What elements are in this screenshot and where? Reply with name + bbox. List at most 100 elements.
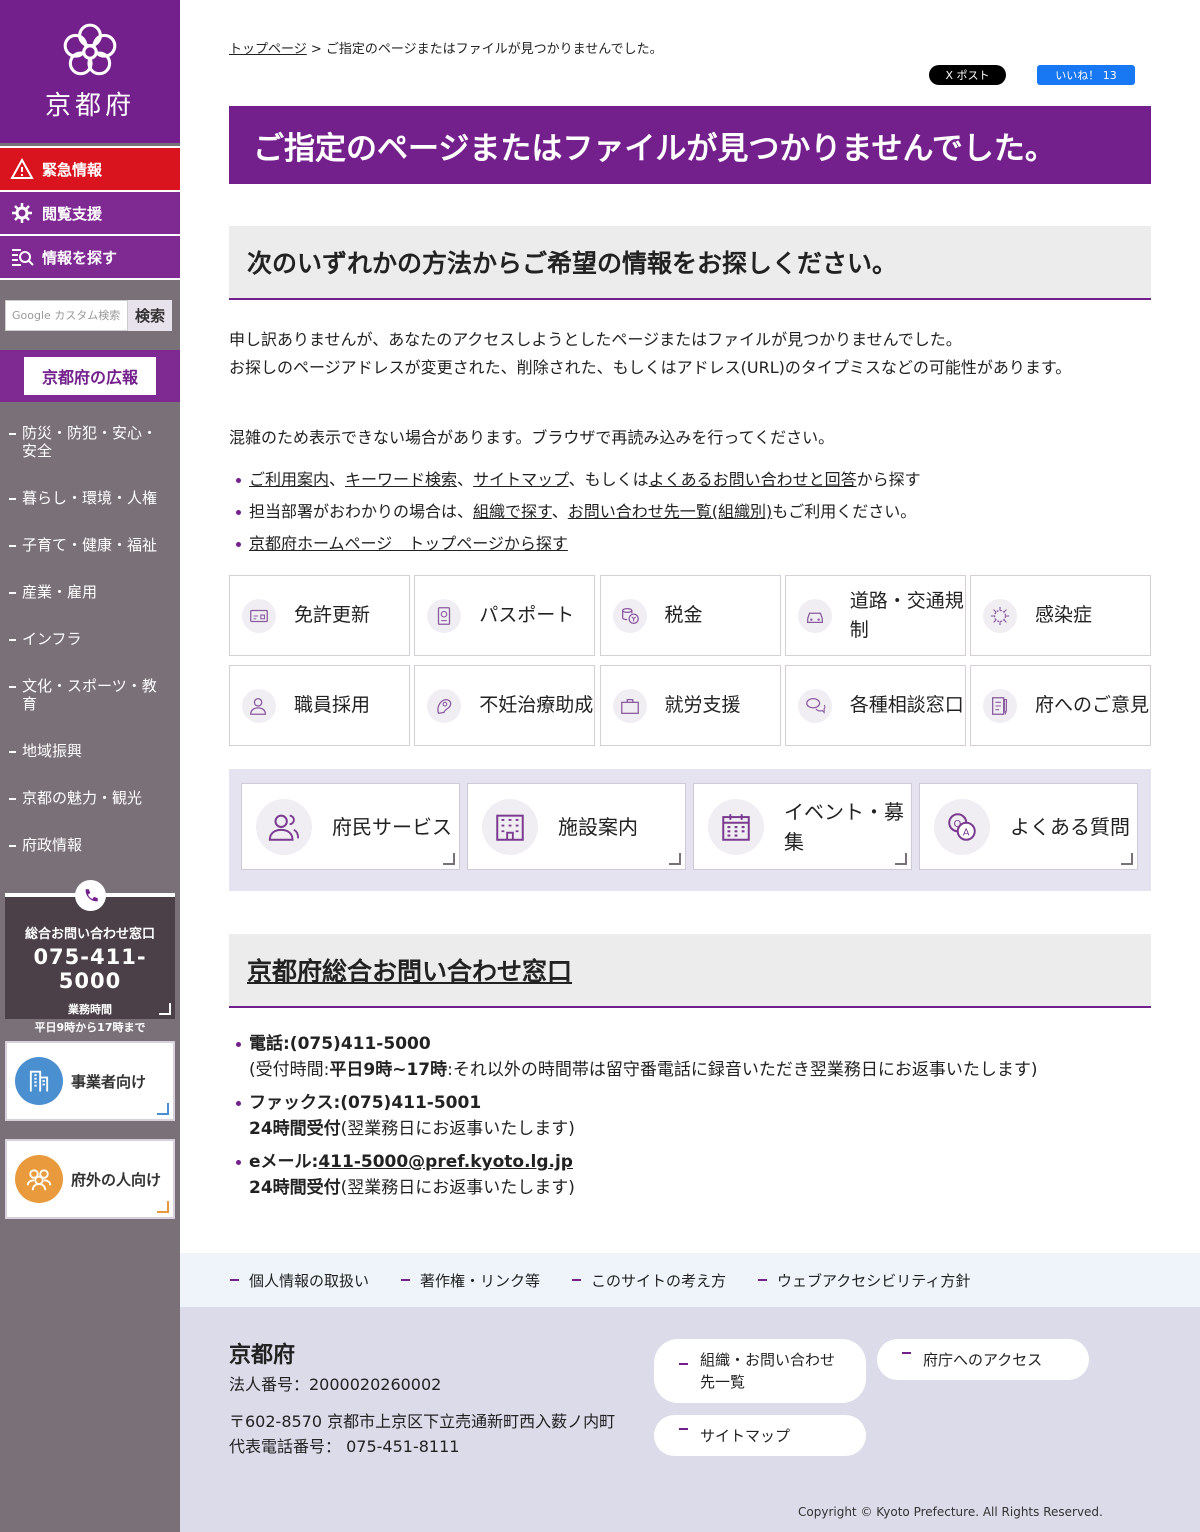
faq-link[interactable]: よくあるお問い合わせと回答 bbox=[649, 470, 857, 489]
inquiry-hours: 平日9時から17時まで bbox=[34, 1021, 146, 1034]
featured-links: 府民サービス 施設案内 イベント・募集 Q A よくある質問 bbox=[229, 769, 1151, 891]
access-pill[interactable]: 府庁へのアクセス bbox=[877, 1339, 1089, 1380]
tile-infection[interactable]: 感染症 bbox=[970, 575, 1151, 656]
business-link[interactable]: 事業者向け bbox=[5, 1041, 175, 1121]
feature-facilities[interactable]: 施設案内 bbox=[467, 783, 686, 870]
tile-consultation[interactable]: 各種相談窓口 bbox=[784, 665, 966, 746]
inquiry-hours-label: 業務時間 bbox=[68, 1003, 112, 1016]
text: 24時間受付 bbox=[249, 1178, 341, 1198]
breadcrumb-current: ご指定のページまたはファイルが見つかりませんでした。 bbox=[325, 42, 663, 57]
inquiry-heading[interactable]: 京都府総合お問い合わせ窓口 bbox=[229, 934, 1151, 1008]
text: 、もしくは bbox=[568, 470, 649, 489]
top-page-link[interactable]: 京都府ホームページ トップページから探す bbox=[249, 534, 568, 553]
find-info-button[interactable]: 情報を探す bbox=[0, 234, 180, 278]
tile-label: 道路・交通規制 bbox=[849, 589, 964, 641]
sidebar-item[interactable]: 防災・防犯・安心・安全 bbox=[0, 420, 180, 464]
email-line: eメール:411-5000@pref.kyoto.lg.jp bbox=[249, 1149, 1037, 1175]
outside-label: 府外の人向け bbox=[71, 1170, 162, 1189]
fertility-icon bbox=[427, 688, 462, 723]
tile-license[interactable]: 免許更新 bbox=[229, 575, 410, 656]
tile-opinion[interactable]: 府へのご意見 bbox=[970, 665, 1151, 746]
outside-link[interactable]: 府外の人向け bbox=[5, 1139, 175, 1219]
list-item: 担当部署がおわかりの場合は、組織で探す、お問い合わせ先一覧(組織別)もご利用くだ… bbox=[229, 500, 921, 524]
sidebar-item[interactable]: 府政情報 bbox=[0, 832, 180, 858]
breadcrumb-home[interactable]: トップページ bbox=[229, 42, 307, 57]
text: (受付時間: bbox=[249, 1060, 330, 1080]
sidebar: 京都府 緊急情報 閲覧支援 情報を探す Google カスタム検索 検索 京都府… bbox=[0, 0, 180, 1532]
feature-label: イベント・募集 bbox=[784, 799, 904, 854]
tile-fertility[interactable]: 不妊治療助成 bbox=[414, 665, 596, 746]
qa-icon: QA bbox=[934, 798, 990, 855]
paragraph: 申し訳ありませんが、あなたのアクセスしようとしたページまたはファイルが見つかりま… bbox=[229, 330, 962, 349]
section-heading: 次のいずれかの方法からご希望の情報をお探しください。 bbox=[229, 226, 1151, 300]
inquiry-box[interactable]: 総合お問い合わせ窓口 075-411-5000 業務時間 平日9時から17時まで bbox=[5, 880, 175, 1034]
facebook-like-button[interactable]: いいね！ 13 bbox=[1037, 65, 1135, 85]
gear-icon bbox=[12, 203, 32, 223]
text: (翌業務日にお返事いたします) bbox=[340, 1119, 575, 1139]
feature-label: よくある質問 bbox=[1010, 814, 1130, 839]
footer-link[interactable]: 個人情報の取扱い bbox=[230, 1270, 369, 1291]
keyword-search-link[interactable]: キーワード検索 bbox=[345, 470, 457, 489]
sidebar-item[interactable]: 京都の魅力・観光 bbox=[0, 785, 180, 811]
breadcrumb-separator: > bbox=[306, 42, 326, 57]
list-item: eメール:411-5000@pref.kyoto.lg.jp 24時間受付(翌業務… bbox=[229, 1149, 1037, 1201]
x-post-button[interactable]: X ポスト bbox=[929, 65, 1006, 85]
tile-road[interactable]: 道路・交通規制 bbox=[784, 575, 966, 656]
tile-label: 不妊治療助成 bbox=[479, 694, 594, 716]
koho-banner: 京都府の広報 bbox=[0, 350, 180, 402]
corner-mark bbox=[443, 853, 455, 865]
koho-link[interactable]: 京都府の広報 bbox=[23, 357, 156, 395]
warning-icon bbox=[10, 157, 34, 179]
separator: 、 bbox=[329, 470, 346, 489]
address-line: 〒602-8570 京都市上京区下立売通新町西入薮ノ内町 bbox=[229, 1412, 616, 1431]
tile-recruit[interactable]: 職員採用 bbox=[229, 665, 410, 746]
email-link[interactable]: 411-5000@pref.kyoto.lg.jp bbox=[318, 1152, 573, 1172]
tile-tax[interactable]: 税金 bbox=[599, 575, 781, 656]
contact-list-link[interactable]: お問い合わせ先一覧(組織別) bbox=[568, 502, 773, 521]
sidebar-item[interactable]: 産業・雇用 bbox=[0, 579, 180, 605]
footer-link[interactable]: このサイトの考え方 bbox=[572, 1270, 726, 1291]
accessibility-button[interactable]: 閲覧支援 bbox=[0, 190, 180, 234]
sitemap-link[interactable]: サイトマップ bbox=[473, 470, 569, 489]
sidebar-item[interactable]: 文化・スポーツ・教育 bbox=[0, 673, 180, 717]
building-icon bbox=[482, 798, 538, 855]
copyright: Copyright © Kyoto Prefecture. All Rights… bbox=[798, 1505, 1103, 1519]
guide-link[interactable]: ご利用案内 bbox=[249, 470, 329, 489]
fax: ファックス:(075)411-5001 bbox=[249, 1093, 482, 1113]
list-search-icon bbox=[12, 249, 34, 266]
tile-employment[interactable]: 就労支援 bbox=[599, 665, 781, 746]
footer-link[interactable]: 著作権・リンク等 bbox=[401, 1270, 540, 1291]
list-item: ご利用案内、キーワード検索、サイトマップ、もしくはよくあるお問い合わせと回答から… bbox=[229, 468, 921, 492]
site-search: Google カスタム検索 検索 bbox=[0, 278, 180, 350]
tile-passport[interactable]: パスポート bbox=[414, 575, 596, 656]
group-icon bbox=[15, 1155, 63, 1203]
footer-org: 京都府 bbox=[229, 1343, 296, 1368]
office-building-icon bbox=[15, 1057, 63, 1105]
text: 平日9時~17時 bbox=[329, 1060, 448, 1080]
tile-label: 免許更新 bbox=[294, 604, 371, 626]
feature-faq[interactable]: Q A よくある質問 bbox=[919, 783, 1138, 870]
logo-text: 京都府 bbox=[44, 91, 135, 121]
footer-links: 個人情報の取扱い 著作権・リンク等 このサイトの考え方 ウェブアクセシビリティ方… bbox=[180, 1253, 1200, 1307]
sidebar-item[interactable]: インフラ bbox=[0, 626, 180, 652]
footer-link[interactable]: ウェブアクセシビリティ方針 bbox=[758, 1270, 970, 1291]
search-input[interactable]: Google カスタム検索 bbox=[5, 299, 128, 331]
text: 担当部署がおわかりの場合は、 bbox=[249, 502, 474, 521]
tile-label: 府へのご意見 bbox=[1035, 694, 1150, 716]
feature-resident-services[interactable]: 府民サービス bbox=[241, 783, 460, 870]
site-logo[interactable]: 京都府 bbox=[0, 0, 180, 143]
sidebar-item[interactable]: 子育て・健康・福祉 bbox=[0, 532, 180, 558]
sidebar-item[interactable]: 暮らし・環境・人権 bbox=[0, 485, 180, 511]
org-search-link[interactable]: 組織で探す bbox=[473, 502, 552, 521]
page-title: ご指定のページまたはファイルが見つかりませんでした。 bbox=[229, 106, 1151, 184]
tile-label: 感染症 bbox=[1035, 604, 1093, 626]
emergency-button[interactable]: 緊急情報 bbox=[0, 146, 180, 190]
people-icon bbox=[256, 798, 312, 855]
search-button[interactable]: 検索 bbox=[128, 299, 172, 331]
sitemap-pill[interactable]: サイトマップ bbox=[654, 1415, 866, 1456]
footer: 京都府 法人番号：2000020260002 〒602-8570 京都市上京区下… bbox=[180, 1307, 1200, 1532]
feature-label: 施設案内 bbox=[558, 814, 638, 839]
contact-list-pill[interactable]: 組織・お問い合わせ先一覧 bbox=[654, 1339, 866, 1403]
sidebar-item[interactable]: 地域振興 bbox=[0, 738, 180, 764]
feature-events[interactable]: イベント・募集 bbox=[693, 783, 912, 870]
